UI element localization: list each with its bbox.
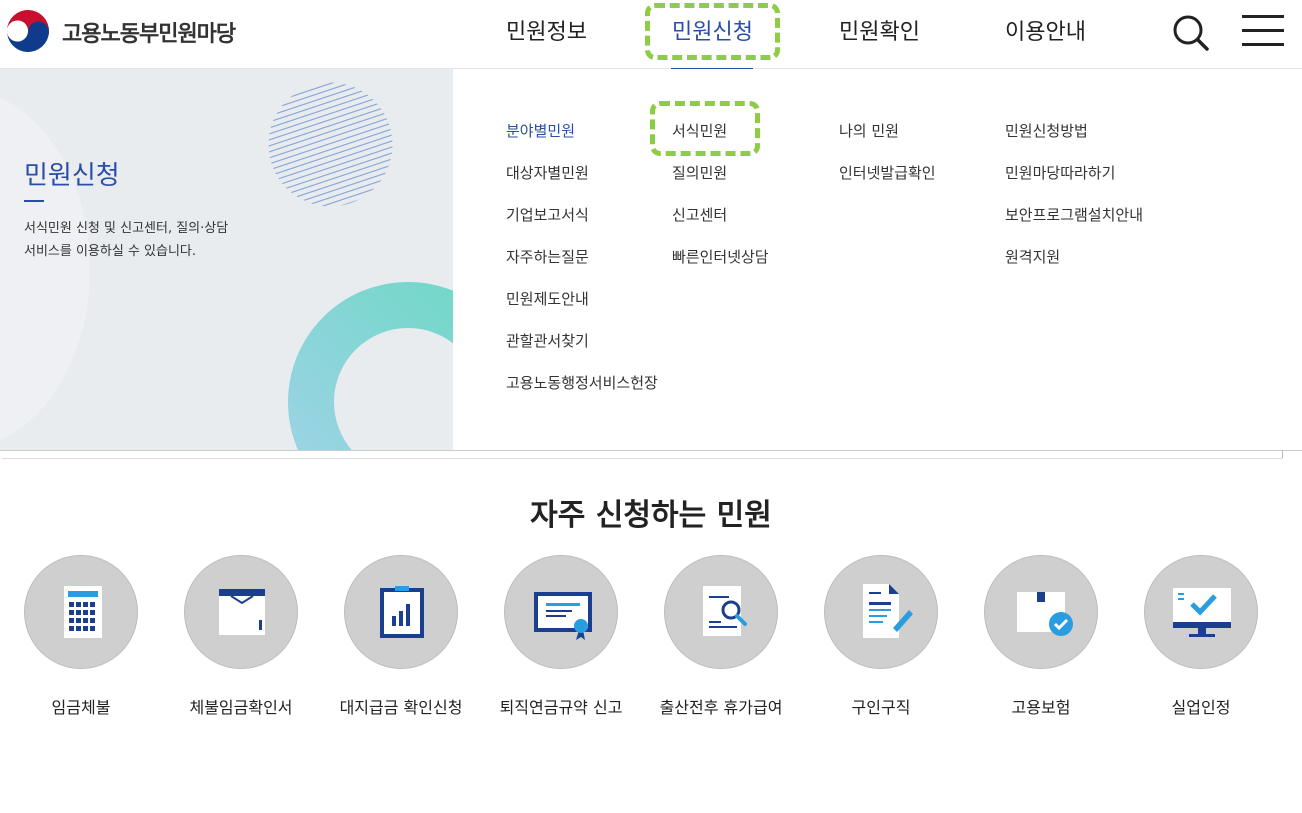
submenu-link-form[interactable]: 서식민원 <box>672 120 727 141</box>
certificate-icon <box>534 592 592 640</box>
submenu-link-remote-support[interactable]: 원격지원 <box>1005 246 1060 267</box>
document-search-icon <box>703 586 747 636</box>
box-check-icon <box>1017 592 1073 636</box>
document-pen-icon <box>863 584 913 638</box>
service-label: 구인구직 <box>851 698 911 717</box>
submenu-link-issue-verify[interactable]: 인터넷발급확인 <box>839 162 936 183</box>
site-header: 고용노동부민원마당 민원정보 민원신청 민원확인 이용안내 <box>0 0 1302 69</box>
submenu-link-target[interactable]: 대상자별민원 <box>506 162 589 183</box>
submenu-link-report-center[interactable]: 신고센터 <box>672 204 727 225</box>
submenu-intro-panel: 민원신청 서식민원 신청 및 신고센터, 질의·상담 서비스를 이용하실 수 있… <box>0 69 453 450</box>
submenu-link-corp-report[interactable]: 기업보고서식 <box>506 204 589 225</box>
submenu-link-quick-consult[interactable]: 빠른인터넷상담 <box>672 246 769 267</box>
service-label: 퇴직연금규약 신고 <box>499 698 623 717</box>
submenu-link-system-guide[interactable]: 민원제도안내 <box>506 288 589 309</box>
submenu-link-field[interactable]: 분야별민원 <box>506 120 575 141</box>
decor-circle <box>0 89 90 449</box>
search-icon[interactable] <box>1170 12 1210 52</box>
service-label: 고용보험 <box>1011 698 1071 717</box>
nav-item-info[interactable]: 민원정보 <box>506 14 587 46</box>
logo-text: 고용노동부민원마당 <box>62 22 236 47</box>
taegeuk-emblem-icon <box>5 9 51 55</box>
submenu-link-security-install[interactable]: 보안프로그램설치안내 <box>1005 204 1143 225</box>
submenu-link-tutorial[interactable]: 민원마당따라하기 <box>1005 162 1115 183</box>
submenu-link-inquiry[interactable]: 질의민원 <box>672 162 727 183</box>
service-label: 임금체불 <box>51 698 111 717</box>
panel-divider-shadow <box>2 458 1283 459</box>
site-logo[interactable]: 고용노동부민원마당 <box>4 8 236 56</box>
service-label: 출산전후 휴가급여 <box>659 698 783 717</box>
decor-gradient-ring <box>288 282 453 450</box>
panel-divider <box>0 450 1302 451</box>
document-box-icon <box>219 589 265 635</box>
submenu-link-office-find[interactable]: 관할관서찾기 <box>506 330 589 351</box>
submenu-link-charter[interactable]: 고용노동행정서비스헌장 <box>506 372 658 393</box>
submenu-link-faq[interactable]: 자주하는질문 <box>506 246 589 267</box>
service-label: 대지급금 확인신청 <box>339 698 463 717</box>
nav-item-guide[interactable]: 이용안내 <box>1005 14 1086 46</box>
service-label: 체불임금확인서 <box>189 698 293 717</box>
submenu-link-how-to[interactable]: 민원신청방법 <box>1005 120 1088 141</box>
submenu-description: 서식민원 신청 및 신고센터, 질의·상담 서비스를 이용하실 수 있습니다. <box>24 221 229 259</box>
service-label: 실업인정 <box>1171 698 1231 717</box>
submenu-title: 민원신청 <box>24 161 120 191</box>
nav-item-apply[interactable]: 민원신청 <box>672 14 753 46</box>
frequent-section-title: 자주 신청하는 민원 <box>530 498 772 533</box>
monitor-check-icon <box>1173 588 1231 637</box>
nav-item-check[interactable]: 민원확인 <box>839 14 920 46</box>
report-chart-icon <box>380 586 424 638</box>
calculator-icon <box>64 586 102 638</box>
decor-striped-circle <box>268 82 393 207</box>
submenu-link-my[interactable]: 나의 민원 <box>839 120 899 141</box>
hamburger-menu-icon[interactable] <box>1242 14 1284 48</box>
title-divider <box>24 200 44 202</box>
